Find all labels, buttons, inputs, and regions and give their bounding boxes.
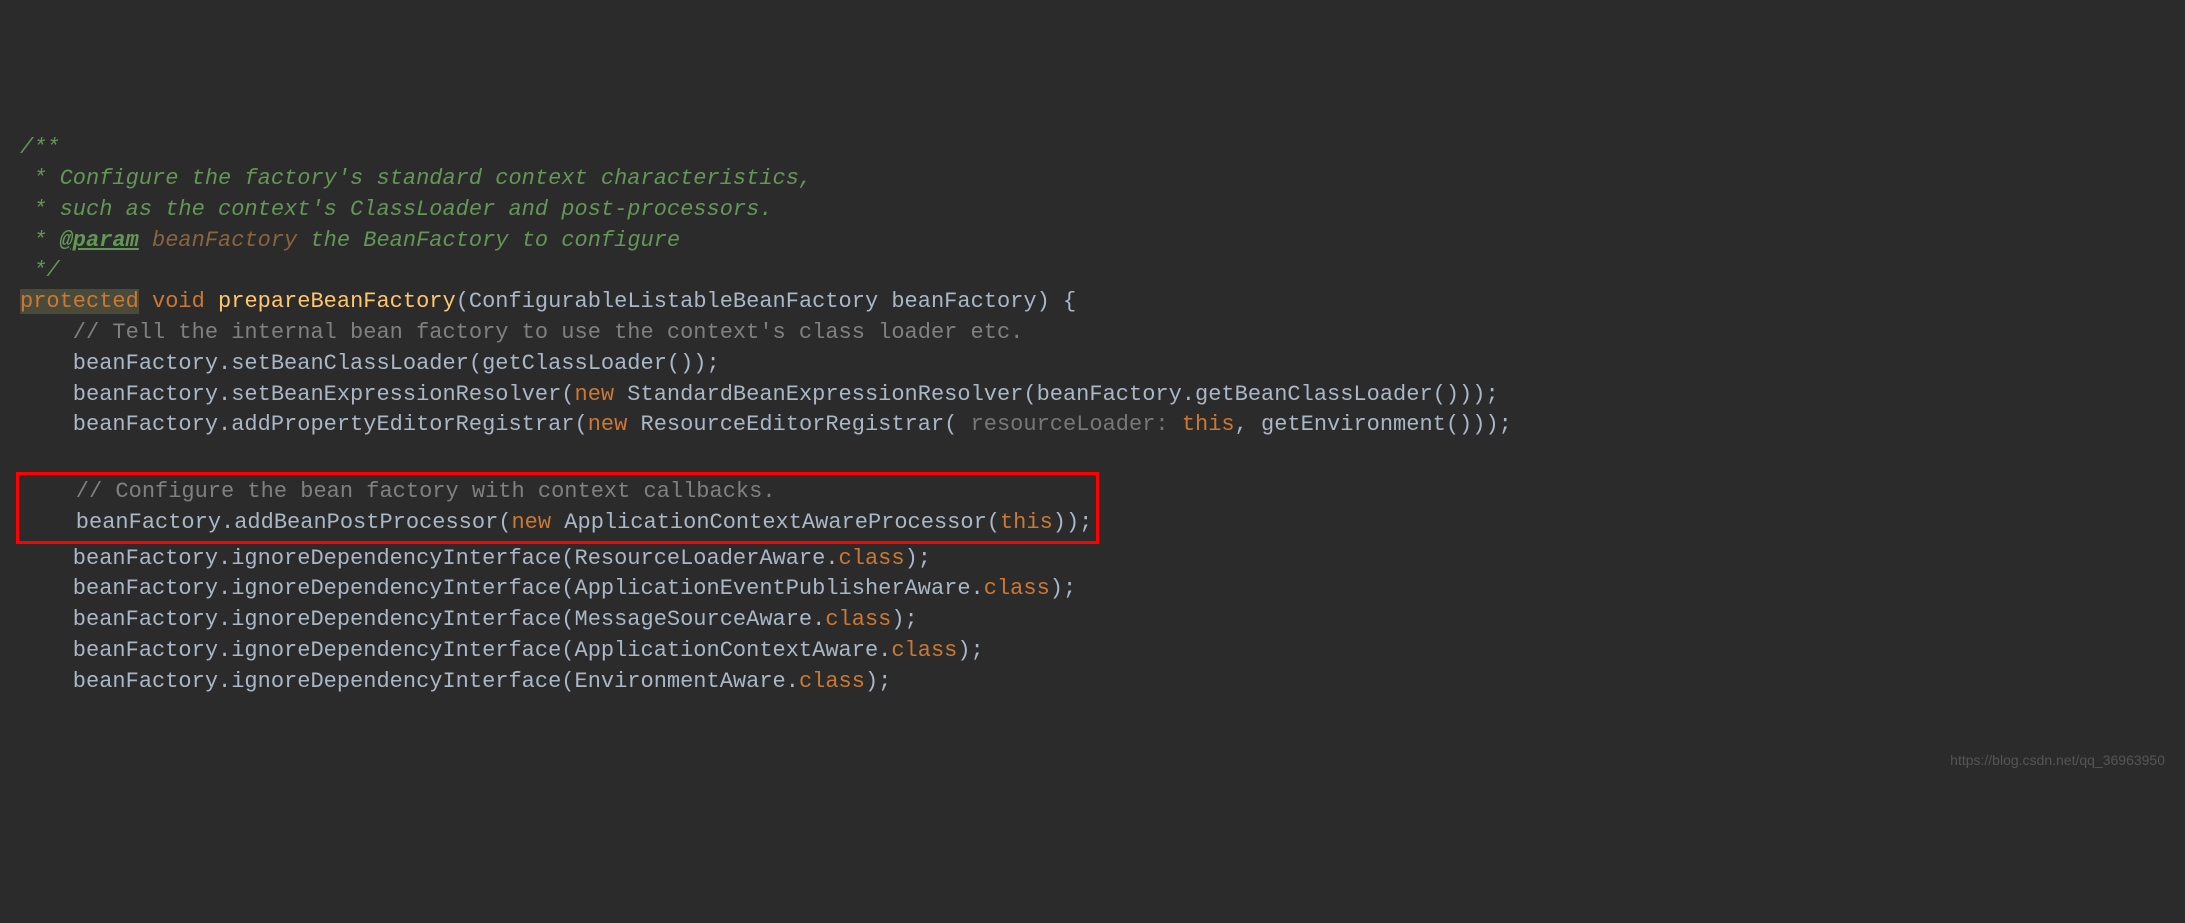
code-line: beanFactory.addPropertyEditorRegistrar( <box>20 412 588 437</box>
method-name: prepareBeanFactory <box>218 289 456 314</box>
code-line: ResourceEditorRegistrar( <box>627 412 957 437</box>
keyword-this: this <box>1182 412 1235 437</box>
keyword-class: class <box>799 669 865 694</box>
code-line: beanFactory.ignoreDependencyInterface(En… <box>20 669 799 694</box>
keyword-new: new <box>588 412 628 437</box>
keyword-this: this <box>1000 510 1053 535</box>
code-line: beanFactory.setBeanExpressionResolver( <box>20 382 575 407</box>
keyword-class: class <box>984 576 1050 601</box>
code-line: ); <box>891 607 917 632</box>
param-hint: resourceLoader: <box>957 412 1181 437</box>
keyword-new: new <box>511 510 551 535</box>
comment-line: // Tell the internal bean factory to use… <box>20 320 1023 345</box>
code-line: )); <box>1053 510 1093 535</box>
keyword-class: class <box>891 638 957 663</box>
method-params: (ConfigurableListableBeanFactory beanFac… <box>456 289 1077 314</box>
code-line: beanFactory.ignoreDependencyInterface(Re… <box>20 546 839 571</box>
javadoc-param-tag: @param <box>60 228 139 253</box>
keyword-class: class <box>825 607 891 632</box>
javadoc-prefix: * <box>20 228 60 253</box>
code-line: beanFactory.ignoreDependencyInterface(Ap… <box>20 638 891 663</box>
highlight-region: // Configure the bean factory with conte… <box>16 472 1099 544</box>
javadoc-param-name: beanFactory <box>139 228 297 253</box>
code-line: ApplicationContextAwareProcessor( <box>551 510 1000 535</box>
javadoc-line: * such as the context's ClassLoader and … <box>20 197 773 222</box>
keyword-new: new <box>575 382 615 407</box>
watermark: https://blog.csdn.net/qq_36963950 <box>1950 751 2165 771</box>
code-line: beanFactory.ignoreDependencyInterface(Me… <box>20 607 825 632</box>
code-editor[interactable]: /** * Configure the factory's standard c… <box>20 133 2165 697</box>
keyword-void: void <box>139 289 218 314</box>
code-line: ); <box>865 669 891 694</box>
code-line: beanFactory.ignoreDependencyInterface(Ap… <box>20 576 984 601</box>
javadoc-end: */ <box>20 258 60 283</box>
code-line: StandardBeanExpressionResolver(beanFacto… <box>614 382 1499 407</box>
comment-line: // Configure the bean factory with conte… <box>23 479 776 504</box>
javadoc-line: * Configure the factory's standard conte… <box>20 166 812 191</box>
code-line: ); <box>957 638 983 663</box>
javadoc-param-desc: the BeanFactory to configure <box>297 228 680 253</box>
code-line: beanFactory.setBeanClassLoader(getClassL… <box>20 351 720 376</box>
code-line: ); <box>1050 576 1076 601</box>
keyword-protected: protected <box>20 289 139 314</box>
keyword-class: class <box>839 546 905 571</box>
javadoc-start: /** <box>20 135 60 160</box>
code-line: beanFactory.addBeanPostProcessor( <box>23 510 511 535</box>
code-line: ); <box>905 546 931 571</box>
code-line: , getEnvironment())); <box>1235 412 1512 437</box>
